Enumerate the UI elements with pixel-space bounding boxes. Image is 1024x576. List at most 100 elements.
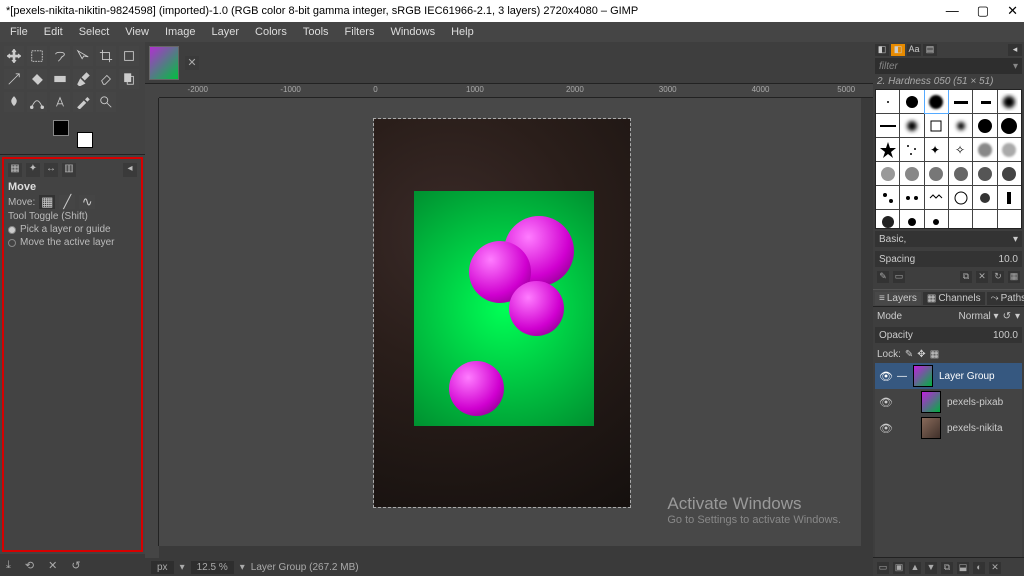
layer-name[interactable]: pexels-pixab — [947, 397, 1003, 408]
panel-menu-icon[interactable]: ◂ — [1008, 44, 1022, 56]
dup-brush-icon[interactable]: ⧉ — [960, 271, 972, 283]
edit-brush-icon[interactable]: ✎ — [877, 271, 889, 283]
move-layer-icon[interactable]: ▦ — [39, 195, 55, 209]
minimize-button[interactable]: — — [946, 3, 959, 19]
image-tab-thumb[interactable] — [149, 46, 179, 80]
refresh-brush-icon[interactable]: ↻ — [992, 271, 1004, 283]
del-brush-icon[interactable]: ✕ — [976, 271, 988, 283]
menu-tools[interactable]: Tools — [295, 24, 337, 40]
delete-preset-icon[interactable]: ✕ — [48, 559, 57, 572]
reset-preset-icon[interactable]: ↺ — [71, 559, 80, 572]
mask-layer-icon[interactable]: ◐ — [973, 562, 985, 574]
fonts-tab-icon[interactable]: Aa — [907, 44, 921, 56]
lock-alpha-icon[interactable]: ▦ — [930, 349, 939, 360]
layer-name[interactable]: pexels-nikita — [947, 423, 1003, 434]
fuzzy-select-tool[interactable] — [73, 46, 93, 66]
tab-layers[interactable]: ≡Layers — [875, 292, 921, 305]
scrollbar-vertical[interactable] — [861, 98, 873, 546]
tab-paths[interactable]: ⤳Paths — [987, 292, 1024, 305]
delete-layer-icon[interactable]: ✕ — [989, 562, 1001, 574]
maximize-button[interactable]: ▢ — [977, 3, 989, 19]
close-tab-icon[interactable]: ✕ — [185, 56, 199, 70]
restore-preset-icon[interactable]: ⟲ — [25, 559, 34, 572]
lower-layer-icon[interactable]: ▼ — [925, 562, 937, 574]
zoom-select[interactable]: 12.5 % — [191, 561, 234, 574]
color-picker-tool[interactable] — [73, 92, 93, 112]
zoom-tool[interactable] — [96, 92, 116, 112]
menu-layer[interactable]: Layer — [204, 24, 248, 40]
raise-layer-icon[interactable]: ▲ — [909, 562, 921, 574]
new-layer-icon[interactable]: ▭ — [877, 562, 889, 574]
menu-image[interactable]: Image — [157, 24, 204, 40]
free-select-tool[interactable] — [50, 46, 70, 66]
brushes-tab-icon[interactable]: ◧ — [875, 44, 889, 56]
save-preset-icon[interactable]: ⤓ — [6, 559, 11, 572]
paintbrush-tool[interactable] — [73, 69, 93, 89]
rect-select-tool[interactable] — [27, 46, 47, 66]
toolopt-menu-icon[interactable]: ◂ — [123, 163, 137, 177]
layer-name[interactable]: Layer Group — [939, 371, 995, 382]
visibility-icon[interactable]: 👁 — [879, 396, 891, 409]
tab-channels[interactable]: ▦Channels — [923, 292, 985, 305]
overlay-layer-preview — [414, 191, 594, 426]
spacing-slider[interactable]: Spacing10.0 — [875, 251, 1022, 267]
move-tool[interactable] — [4, 46, 24, 66]
menu-select[interactable]: Select — [71, 24, 118, 40]
history-tab-icon[interactable]: ▤ — [923, 44, 937, 56]
lock-pixels-icon[interactable]: ✎ — [905, 349, 913, 360]
menu-filters[interactable]: Filters — [337, 24, 383, 40]
lock-position-icon[interactable]: ✥ — [917, 349, 925, 360]
brush-filter-input[interactable]: filter — [875, 58, 1022, 74]
color-swatch[interactable] — [53, 120, 93, 148]
warp-tool[interactable] — [4, 69, 24, 89]
text-tool[interactable] — [50, 92, 70, 112]
layer-row[interactable]: 👁 pexels-pixab — [875, 389, 1022, 415]
path-tool[interactable] — [27, 92, 47, 112]
blend-mode-select[interactable]: Normal ▾ — [959, 311, 999, 322]
menu-file[interactable]: File — [2, 24, 36, 40]
toolopt-tab-icon[interactable]: ▦ — [8, 163, 22, 177]
patterns-tab-icon[interactable]: ◧ — [891, 44, 905, 56]
expand-icon[interactable]: — — [897, 371, 907, 382]
smudge-tool[interactable] — [4, 92, 24, 112]
merge-layer-icon[interactable]: ⬓ — [957, 562, 969, 574]
menu-view[interactable]: View — [117, 24, 157, 40]
bucket-fill-tool[interactable] — [27, 69, 47, 89]
ruler-vertical[interactable] — [145, 98, 159, 546]
brush-grid[interactable]: ✦ ✧ — [875, 89, 1022, 229]
open-brush-icon[interactable]: ▦ — [1008, 271, 1020, 283]
clone-tool[interactable] — [119, 69, 139, 89]
visibility-icon[interactable]: 👁 — [879, 422, 891, 435]
ruler-horizontal[interactable]: -2000 -1000 0 1000 2000 3000 4000 5000 — [159, 84, 873, 98]
canvas[interactable]: Activate Windows Go to Settings to activ… — [159, 98, 861, 546]
gradient-tool[interactable] — [50, 69, 70, 89]
toolopt-tab-icon[interactable]: ✦ — [26, 163, 40, 177]
move-selection-icon[interactable]: ╱ — [59, 195, 75, 209]
toolopt-tab-icon[interactable]: ▥ — [62, 163, 76, 177]
opt-move-active[interactable]: Move the active layer — [8, 237, 137, 248]
preset-select[interactable]: Basic,▾ — [875, 231, 1022, 247]
scrollbar-horizontal[interactable] — [159, 546, 873, 558]
opt-pick-layer[interactable]: Pick a layer or guide — [8, 224, 137, 235]
menu-colors[interactable]: Colors — [247, 24, 295, 40]
menu-windows[interactable]: Windows — [382, 24, 443, 40]
new-brush-icon[interactable]: ▭ — [893, 271, 905, 283]
crop-tool[interactable] — [96, 46, 116, 66]
fg-color[interactable] — [53, 120, 69, 136]
layer-row[interactable]: 👁 pexels-nikita — [875, 415, 1022, 441]
menu-edit[interactable]: Edit — [36, 24, 71, 40]
move-path-icon[interactable]: ∿ — [79, 195, 95, 209]
unit-select[interactable]: px — [151, 561, 174, 574]
close-button[interactable]: ✕ — [1007, 3, 1018, 19]
menu-help[interactable]: Help — [443, 24, 482, 40]
layer-row[interactable]: 👁 — Layer Group — [875, 363, 1022, 389]
transform-tool[interactable] — [119, 46, 139, 66]
toolopt-tab-icon[interactable]: ↔ — [44, 163, 58, 177]
visibility-icon[interactable]: 👁 — [879, 370, 891, 383]
mode-reset-icon[interactable]: ↺ — [1003, 311, 1011, 322]
eraser-tool[interactable] — [96, 69, 116, 89]
bg-color[interactable] — [77, 132, 93, 148]
opacity-slider[interactable]: Opacity100.0 — [875, 327, 1022, 343]
new-group-icon[interactable]: ▣ — [893, 562, 905, 574]
dup-layer-icon[interactable]: ⧉ — [941, 562, 953, 574]
